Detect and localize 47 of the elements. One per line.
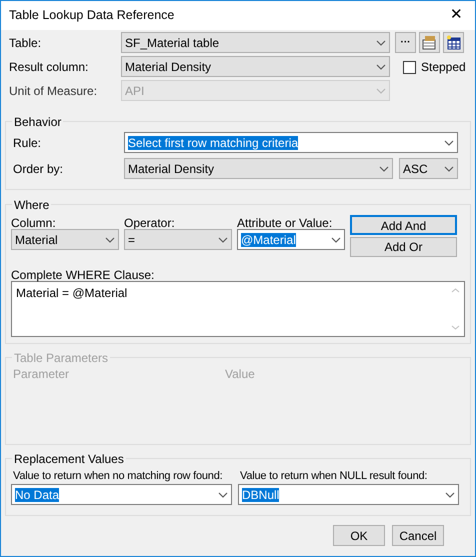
folder-table-icon: [422, 35, 437, 50]
field-label: Result column:: [9, 58, 90, 76]
field-label: Value to return when NULL result found:: [239, 469, 428, 484]
column-header: Parameter: [12, 366, 70, 383]
field-label: Complete WHERE Clause:: [11, 267, 156, 281]
chevron-down-icon: [445, 492, 455, 498]
add-condition-button[interactable]: Add And: [350, 215, 457, 235]
chevron-down-icon: [105, 236, 115, 242]
field-label: Attribute or Value:: [237, 215, 334, 229]
checkbox[interactable]: [403, 60, 416, 74]
dropdown-field[interactable]: DBNull: [238, 484, 459, 505]
field-label: Rule:: [12, 134, 42, 152]
chevron-down-icon: [218, 236, 228, 242]
chevron-down-icon: [444, 166, 454, 172]
new-table-button[interactable]: [443, 32, 464, 53]
dropdown-field[interactable]: Material Density: [124, 158, 393, 179]
dropdown-field[interactable]: Select first row matching criteria: [124, 132, 458, 153]
browse-button[interactable]: ···: [395, 32, 416, 53]
close-button[interactable]: ✕: [446, 4, 467, 27]
field-label: Table:: [9, 34, 42, 52]
chevron-down-icon: [376, 88, 386, 94]
dropdown-field[interactable]: @Material: [237, 229, 345, 250]
dropdown-field[interactable]: SF_Material table: [121, 32, 390, 53]
checkbox-label: Stepped: [421, 59, 466, 76]
table-icon: [446, 35, 461, 50]
chevron-down-icon: [331, 236, 341, 242]
chevron-down-icon: [218, 492, 228, 498]
chevron-down-icon: [376, 40, 386, 46]
field-label: Column:: [11, 215, 57, 229]
column-header: Value: [224, 366, 256, 383]
chevron-down-icon: [376, 64, 386, 70]
dropdown-field[interactable]: ASC: [399, 158, 458, 179]
field-label: Value to return when no matching row found:: [12, 469, 224, 484]
window-title: Table Lookup Data Reference: [9, 7, 176, 24]
dropdown-field[interactable]: Material Density: [121, 56, 390, 77]
dropdown-field[interactable]: =: [124, 229, 232, 250]
table-properties-button[interactable]: [419, 32, 440, 53]
field-label: Order by:: [12, 160, 64, 178]
add-condition-button[interactable]: Add Or: [350, 237, 457, 257]
dialog-button[interactable]: Cancel: [392, 525, 444, 546]
dropdown-field[interactable]: Material: [11, 229, 119, 250]
field-label: Operator:: [124, 215, 176, 229]
chevron-down-icon: [379, 166, 389, 172]
chevron-down-icon: [444, 140, 454, 146]
dialog-button[interactable]: OK: [333, 525, 385, 546]
field-label: Unit of Measure:: [9, 82, 98, 100]
dropdown-field[interactable]: No Data: [11, 484, 232, 505]
